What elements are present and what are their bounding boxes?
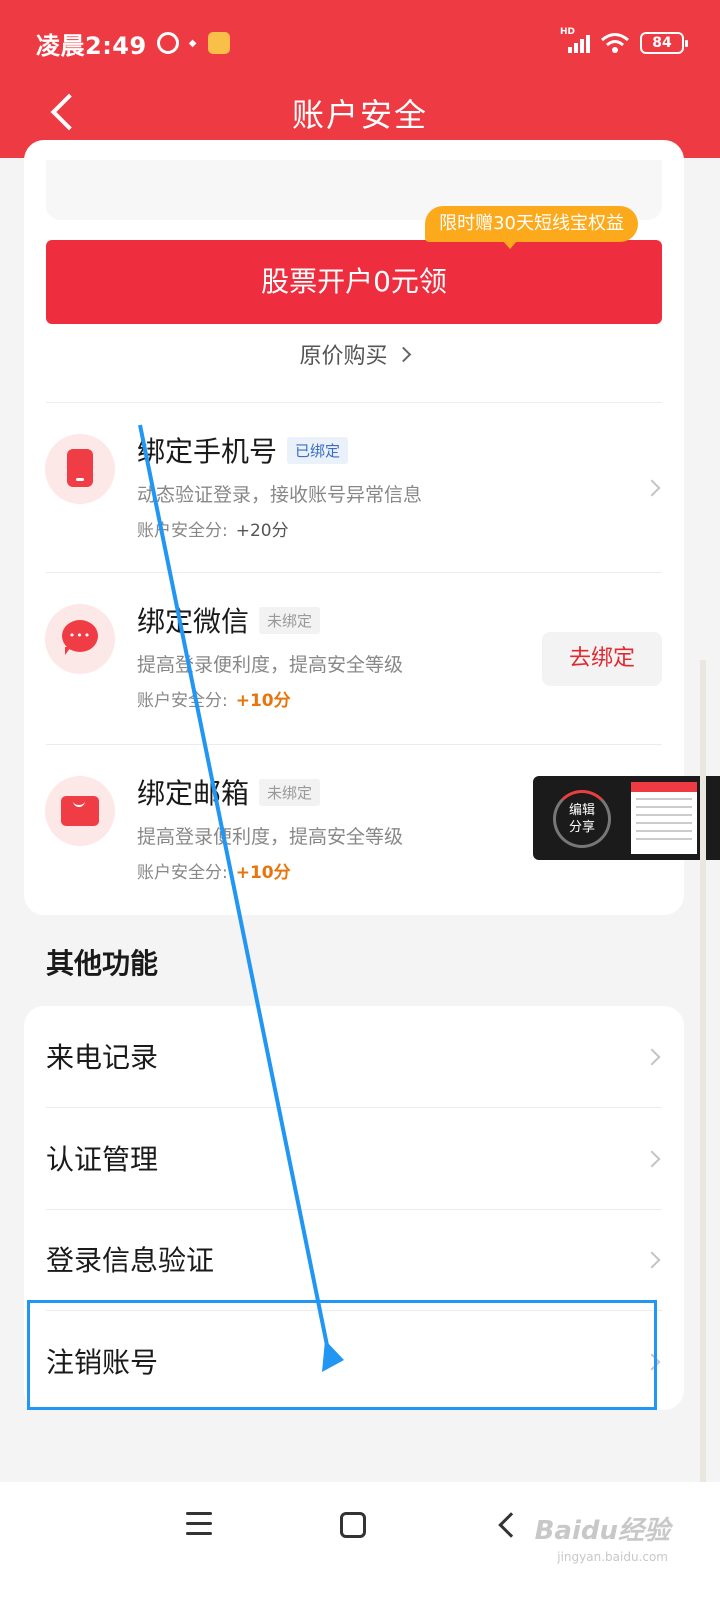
bind-phone-title: 绑定手机号 [137,435,278,468]
scroll-indicator [700,660,706,1482]
home-icon[interactable] [340,1512,366,1538]
floating-share-widget[interactable]: 编辑 分享 [533,776,720,860]
chevron-right-icon [395,346,411,363]
chevron-right-icon [643,1048,661,1066]
status-time: 凌晨2:49 [36,31,147,60]
hd-badge: HD [560,27,576,37]
bind-wechat-title-wrap: 绑定微信 未绑定 [137,600,321,640]
system-nav-bar: Baidu经验 jingyan.baidu.com [0,1482,720,1600]
bind-wechat-title: 绑定微信 [137,605,250,638]
alarm-icon [156,32,179,54]
score-value: +10分 [235,691,291,711]
chevron-right-icon [643,479,661,497]
chevron-right-icon [643,1150,661,1168]
signal-icon: HD [560,27,590,53]
bind-wechat-row: 绑定微信 未绑定 提高登录便利度，提高安全等级 账户安全分: +10分 去绑定 [24,572,684,742]
bind-email-desc: 提高登录便利度，提高安全等级 [137,826,404,848]
bind-wechat-score: 账户安全分: +10分 [137,686,291,711]
watermark-url: jingyan.baidu.com [557,1550,668,1564]
bind-phone-title-wrap: 绑定手机号 已绑定 [137,430,349,470]
bind-email-title-wrap: 绑定邮箱 未绑定 [137,772,321,812]
top-bar: 凌晨2:49 ◆ HD 84 账户安全 [0,0,720,158]
section-title: 其他功能 [46,947,159,980]
open-account-button[interactable]: 股票开户0元领 [46,240,662,324]
app-notification-icon: ◆ [188,37,197,49]
page-title: 账户安全 [291,96,428,134]
original-price-label: 原价购买 [299,344,388,369]
menu-item-call-records[interactable]: 来电记录 [24,1006,684,1106]
menu-item-label: 登录信息验证 [46,1244,215,1277]
bind-email-score: 账户安全分: +10分 [137,858,291,883]
battery-icon: 84 [640,32,688,54]
share-line1: 编辑 [568,803,595,818]
menu-item-label: 认证管理 [46,1143,159,1176]
wifi-icon [601,33,629,53]
status-badge: 已绑定 [287,436,349,464]
mail-icon [45,776,115,846]
bind-wechat-button[interactable]: 去绑定 [542,632,662,686]
menu-item-login-verify[interactable]: 登录信息验证 [24,1209,684,1309]
share-line2: 分享 [568,820,595,835]
edit-share-button[interactable]: 编辑 分享 [553,790,611,848]
original-price-link[interactable]: 原价购买 [24,338,684,370]
menu-icon[interactable] [186,1512,212,1536]
menu-item-verification[interactable]: 认证管理 [24,1108,684,1208]
bind-phone-score: 账户安全分: +20分 [137,516,289,541]
bind-wechat-desc: 提高登录便利度，提高安全等级 [137,654,404,676]
highlight-box [27,1300,657,1410]
back-icon[interactable] [498,1512,524,1538]
promo-badge: 限时赠30天短线宝权益 [425,206,638,249]
watermark: Baidu经验 [534,1516,670,1546]
screenshot-thumbnail[interactable] [631,782,697,854]
bind-phone-desc: 动态验证登录，接收账号异常信息 [137,484,423,506]
bind-phone-row[interactable]: 绑定手机号 已绑定 动态验证登录，接收账号异常信息 账户安全分: +20分 [24,402,684,572]
phone-icon [45,434,115,504]
score-value: +20分 [235,521,289,541]
notification-icon [208,32,231,54]
score-label: 账户安全分: [137,691,228,711]
menu-item-label: 来电记录 [46,1041,159,1074]
score-value: +10分 [235,863,291,883]
status-bar: 凌晨2:49 ◆ HD 84 [36,27,688,60]
wechat-icon [45,604,115,674]
status-badge: 未绑定 [259,778,321,806]
score-label: 账户安全分: [137,863,228,883]
bind-email-title: 绑定邮箱 [137,777,250,810]
header: 账户安全 [0,80,720,144]
status-badge: 未绑定 [259,606,321,634]
score-label: 账户安全分: [137,521,228,541]
chevron-right-icon [643,1251,661,1269]
